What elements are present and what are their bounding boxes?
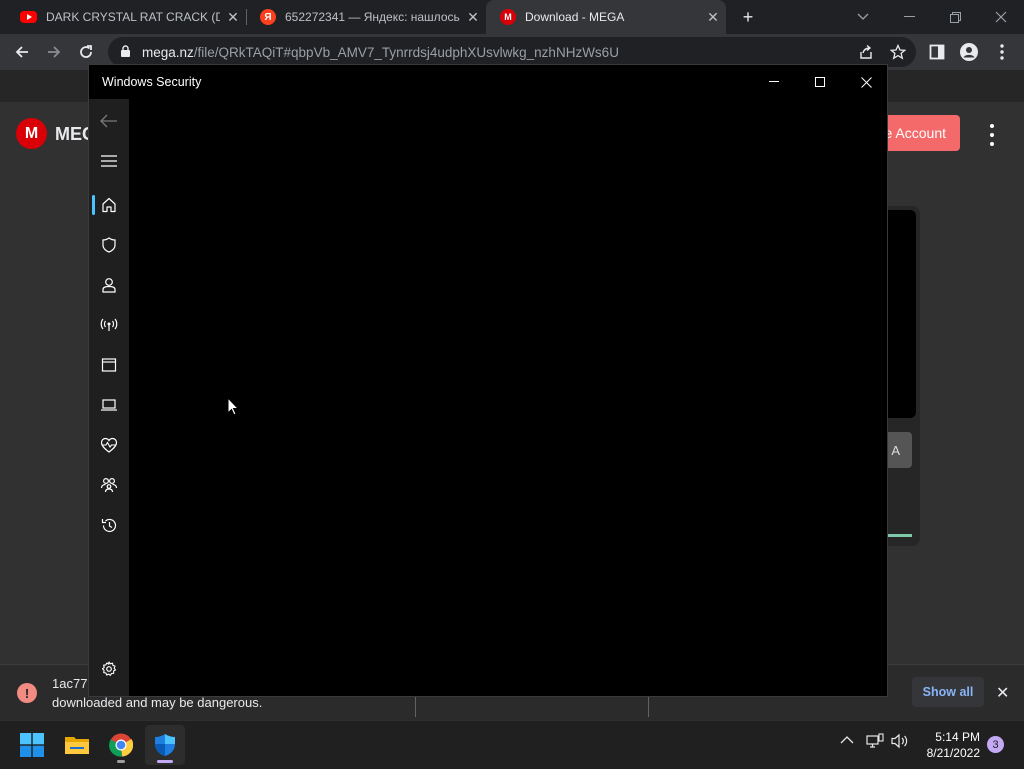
navigation-pane — [89, 99, 129, 696]
close-tab-icon[interactable]: ✕ — [220, 9, 246, 26]
tab-strip: DARK CRYSTAL RAT CRACK (DCR ✕ Я 65227234… — [0, 0, 1024, 34]
virus-protection-shield-icon[interactable] — [89, 225, 129, 265]
main-content-pane — [129, 99, 887, 696]
profile-icon[interactable] — [955, 38, 983, 66]
share-icon[interactable] — [858, 44, 874, 60]
show-hidden-icons-chevron-icon[interactable] — [840, 735, 854, 745]
mega-icon: M — [500, 9, 516, 25]
url-text: mega.nz/file/QRkTAQiT#qbpVb_AMV7_Tynrrds… — [142, 45, 619, 60]
family-options-icon[interactable] — [89, 465, 129, 505]
settings-gear-icon[interactable] — [89, 649, 129, 689]
back-icon[interactable] — [8, 38, 36, 66]
tab-youtube[interactable]: DARK CRYSTAL RAT CRACK (DCR ✕ — [6, 0, 246, 34]
taskbar: 5:14 PM 8/21/2022 3 — [0, 720, 1024, 769]
window-title: Windows Security — [102, 75, 202, 89]
forward-icon[interactable] — [40, 38, 68, 66]
home-icon[interactable] — [89, 185, 129, 225]
youtube-icon — [20, 11, 37, 23]
chrome-icon[interactable] — [101, 725, 141, 765]
notification-badge[interactable]: 3 — [987, 736, 1004, 753]
app-browser-control-icon[interactable] — [89, 345, 129, 385]
hamburger-menu-icon[interactable] — [89, 141, 129, 181]
tab-title: DARK CRYSTAL RAT CRACK (DCR — [46, 10, 220, 24]
device-health-icon[interactable] — [89, 425, 129, 465]
windows-security-icon[interactable] — [145, 725, 185, 765]
tab-yandex[interactable]: Я 652272341 — Яндекс: нашлось ✕ — [246, 0, 486, 34]
url-host: mega.nz — [142, 45, 194, 60]
download-progress — [888, 534, 912, 537]
window-titlebar[interactable]: Windows Security — [89, 65, 887, 99]
network-icon[interactable] — [866, 733, 884, 749]
side-panel-icon[interactable] — [923, 38, 951, 66]
new-tab-button[interactable]: + — [735, 0, 761, 34]
close-window-icon[interactable] — [978, 0, 1024, 34]
download-file-name[interactable]: 1ac77 — [52, 676, 87, 691]
taskbar-clock[interactable]: 5:14 PM 8/21/2022 — [910, 729, 980, 761]
running-indicator — [117, 760, 125, 763]
start-icon[interactable] — [12, 725, 52, 765]
mouse-pointer-icon — [227, 397, 239, 416]
maximize-icon[interactable] — [797, 65, 843, 99]
account-protection-icon[interactable] — [89, 265, 129, 305]
volume-icon[interactable] — [891, 733, 909, 749]
clock-date: 8/21/2022 — [926, 746, 980, 760]
chrome-menu-icon[interactable] — [988, 38, 1016, 66]
device-security-icon[interactable] — [89, 385, 129, 425]
nav-back-icon[interactable] — [89, 101, 129, 141]
reload-icon[interactable] — [72, 38, 100, 66]
mega-logo[interactable]: M — [16, 118, 47, 149]
show-all-button[interactable]: Show all — [912, 677, 984, 707]
mega-menu-icon[interactable] — [982, 124, 1002, 146]
tab-search-icon[interactable] — [840, 0, 886, 34]
minimize-icon[interactable] — [751, 65, 797, 99]
yandex-icon: Я — [260, 9, 276, 25]
bookmark-star-icon[interactable] — [890, 44, 906, 60]
restore-icon[interactable] — [932, 0, 978, 34]
tab-title: Download - MEGA — [525, 10, 625, 24]
url-path: /file/QRkTAQiT#qbpVb_AMV7_Tynrrdsj4udphX… — [193, 45, 619, 60]
protection-history-icon[interactable] — [89, 505, 129, 545]
close-window-icon[interactable] — [843, 65, 889, 99]
close-tab-icon[interactable]: ✕ — [460, 9, 486, 26]
clock-time: 5:14 PM — [935, 730, 980, 744]
close-tab-icon[interactable]: ✕ — [700, 9, 726, 26]
file-explorer-icon[interactable] — [57, 725, 97, 765]
address-bar[interactable]: mega.nz/file/QRkTAQiT#qbpVb_AMV7_Tynrrds… — [108, 37, 916, 67]
minimize-icon[interactable] — [886, 0, 932, 34]
warning-icon: ! — [17, 683, 37, 703]
running-indicator — [157, 760, 173, 763]
lock-icon[interactable] — [120, 45, 131, 58]
close-shelf-icon[interactable]: ✕ — [996, 683, 1009, 703]
windows-security-window: Windows Security — [88, 64, 888, 697]
firewall-network-icon[interactable] — [89, 305, 129, 345]
tab-mega[interactable]: M Download - MEGA ✕ — [486, 0, 726, 34]
download-warning-text: downloaded and may be dangerous. — [52, 695, 263, 710]
tab-title: 652272341 — Яндекс: нашлось — [285, 10, 460, 24]
